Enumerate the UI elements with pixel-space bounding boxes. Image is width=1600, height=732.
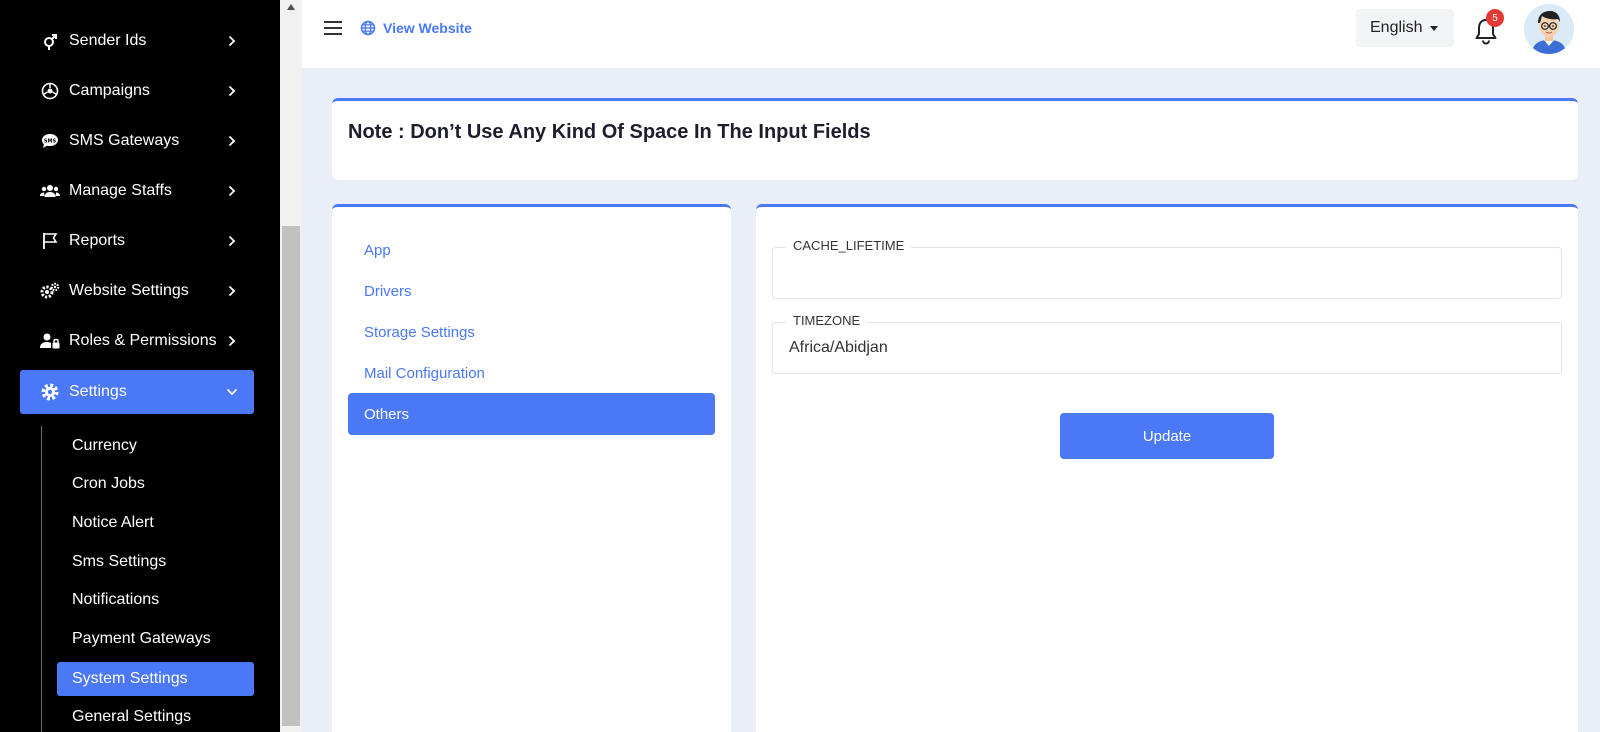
update-button[interactable]: Update	[1060, 413, 1274, 459]
timezone-input[interactable]	[773, 323, 1561, 373]
sidebar-subitem-sms-settings[interactable]: Sms Settings	[57, 545, 254, 579]
sidebar-item-label: Reports	[69, 232, 126, 249]
view-website-link[interactable]: View Website	[360, 18, 472, 38]
settings-form-card: CACHE_LIFETIME TIMEZONE Update	[756, 204, 1578, 732]
language-selected: English	[1370, 19, 1423, 36]
chevron-right-icon	[222, 335, 242, 347]
flag-icon	[40, 231, 60, 251]
tab-storage-settings[interactable]: Storage Settings	[348, 311, 715, 353]
chevron-right-icon	[222, 285, 242, 297]
sidebar-item-manage-staffs[interactable]: Manage Staffs	[20, 170, 254, 212]
tab-app[interactable]: App	[348, 229, 715, 271]
scrollbar-thumb[interactable]	[282, 226, 300, 726]
users-icon	[40, 181, 60, 201]
chevron-right-icon	[222, 235, 242, 247]
submenu-divider	[41, 426, 42, 732]
timezone-field: TIMEZONE	[772, 313, 1562, 374]
scroll-up-arrow-icon[interactable]	[280, 0, 302, 14]
gear-icon	[40, 382, 60, 402]
sidebar-subitem-notice-alert[interactable]: Notice Alert	[57, 506, 254, 540]
view-website-label: View Website	[383, 20, 472, 36]
sidebar-item-label: Settings	[69, 383, 127, 400]
globe-icon	[360, 20, 376, 36]
sidebar-item-settings[interactable]: Settings	[20, 370, 254, 414]
gears-icon	[40, 281, 60, 301]
top-header: View Website English 5	[302, 0, 1600, 68]
sidebar: Sender Ids Campaigns SMS SMS Gateways Ma…	[0, 0, 280, 732]
sidebar-item-sender-ids[interactable]: Sender Ids	[20, 20, 254, 62]
cache-lifetime-field: CACHE_LIFETIME	[772, 238, 1562, 299]
sidebar-item-label: Manage Staffs	[69, 182, 172, 199]
timezone-label: TIMEZONE	[786, 313, 868, 328]
cache-lifetime-label: CACHE_LIFETIME	[786, 238, 912, 253]
chevron-right-icon	[222, 35, 242, 47]
sidebar-item-label: Campaigns	[69, 82, 150, 99]
tab-others[interactable]: Others	[348, 393, 715, 435]
sidebar-item-label: Roles & Permissions	[69, 332, 217, 349]
sidebar-scrollbar[interactable]	[280, 0, 302, 732]
tab-drivers[interactable]: Drivers	[348, 270, 715, 312]
sidebar-subitem-payment-gateways[interactable]: Payment Gateways	[57, 622, 254, 656]
hamburger-menu-icon[interactable]	[322, 17, 344, 39]
sidebar-item-roles-permissions[interactable]: Roles & Permissions	[20, 320, 254, 362]
user-lock-icon	[40, 331, 60, 351]
caret-down-icon	[1430, 25, 1439, 31]
svg-text:SMS: SMS	[44, 139, 57, 145]
sidebar-item-reports[interactable]: Reports	[20, 220, 254, 262]
sidebar-subitem-notifications[interactable]: Notifications	[57, 583, 254, 617]
chevron-right-icon	[222, 185, 242, 197]
sidebar-item-label: Website Settings	[69, 282, 189, 299]
tab-mail-configuration[interactable]: Mail Configuration	[348, 352, 715, 394]
language-dropdown[interactable]: English	[1356, 9, 1454, 47]
sidebar-item-label: Sender Ids	[69, 32, 147, 49]
note-text: Note : Don’t Use Any Kind Of Space In Th…	[348, 121, 871, 143]
sidebar-item-sms-gateways[interactable]: SMS SMS Gateways	[20, 120, 254, 162]
note-card: Note : Don’t Use Any Kind Of Space In Th…	[332, 98, 1578, 180]
sidebar-item-website-settings[interactable]: Website Settings	[20, 270, 254, 312]
chevron-right-icon	[222, 85, 242, 97]
settings-tabs-card: App Drivers Storage Settings Mail Config…	[332, 204, 731, 732]
chevron-down-icon	[222, 388, 242, 396]
gender-icon	[40, 31, 60, 51]
sidebar-item-label: SMS Gateways	[69, 132, 180, 149]
sidebar-subitem-general-settings[interactable]: General Settings	[57, 700, 254, 732]
sidebar-item-campaigns[interactable]: Campaigns	[20, 70, 254, 112]
sidebar-subitem-cron-jobs[interactable]: Cron Jobs	[57, 467, 254, 501]
sidebar-subitem-system-settings[interactable]: System Settings	[57, 662, 254, 696]
avatar[interactable]	[1524, 4, 1574, 54]
sidebar-subitem-currency[interactable]: Currency	[57, 429, 254, 463]
campaign-icon	[40, 81, 60, 101]
notification-badge: 5	[1486, 9, 1504, 27]
cache-lifetime-input[interactable]	[773, 248, 1561, 298]
chevron-right-icon	[222, 135, 242, 147]
sms-chat-icon: SMS	[40, 131, 60, 151]
